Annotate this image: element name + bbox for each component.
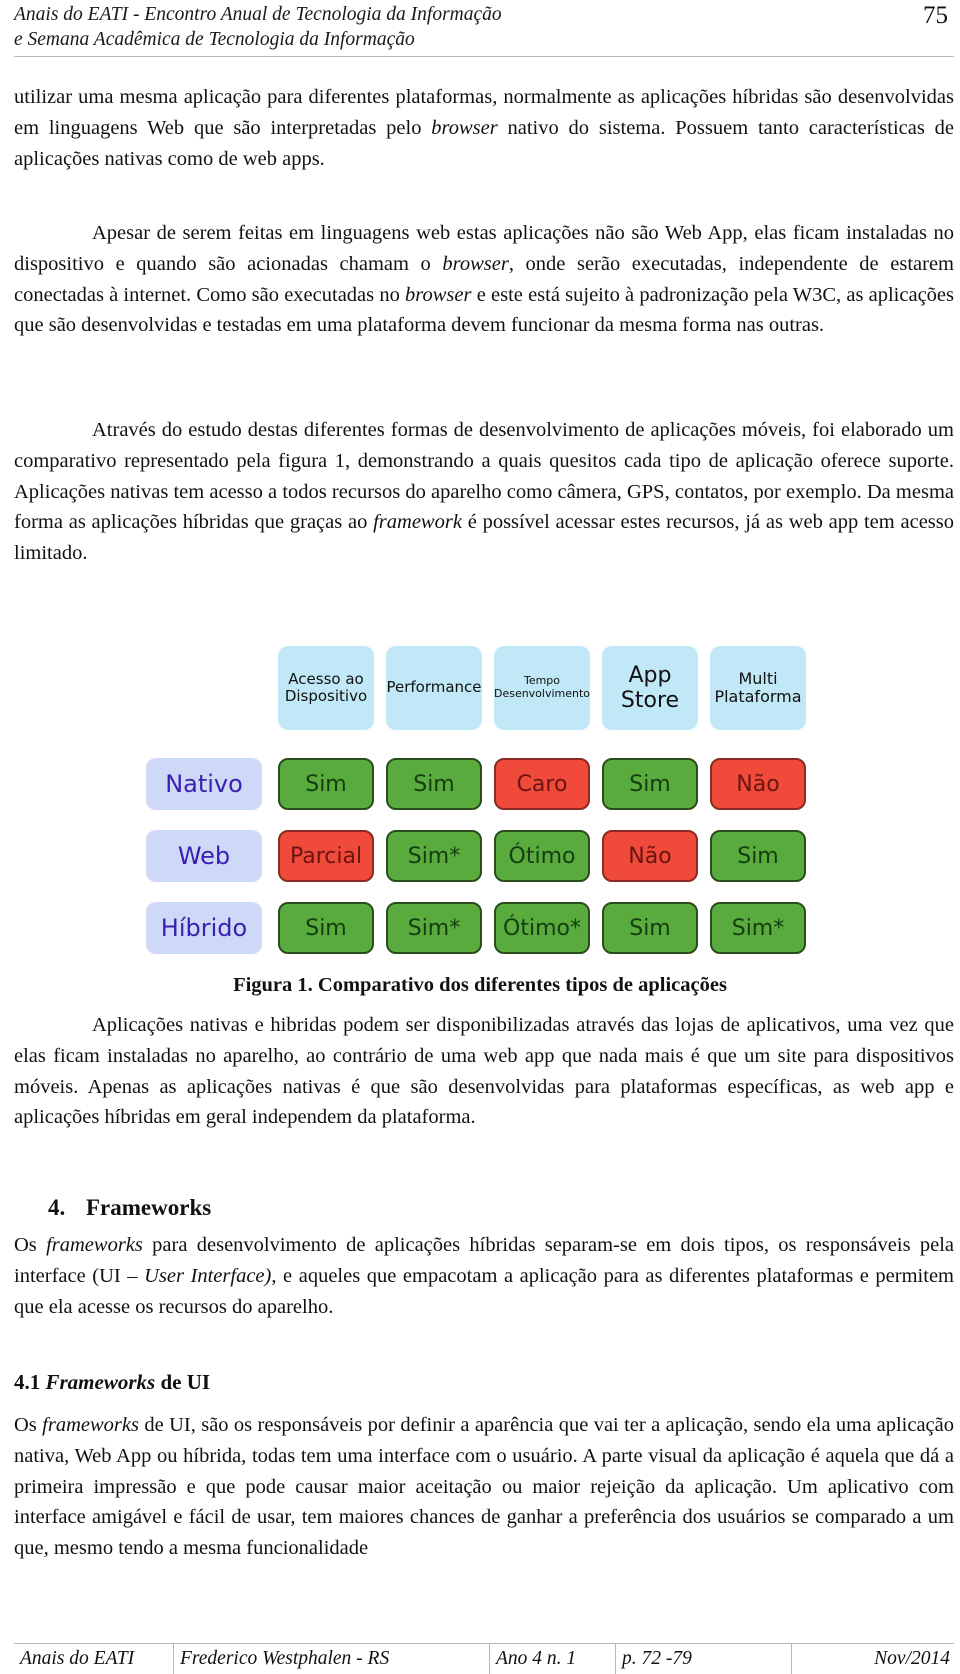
paragraph-1-text: utilizar uma mesma aplicação para difere… [14, 86, 954, 170]
comparison-cell: Sim [278, 758, 374, 810]
comparison-cell: Sim* [386, 830, 482, 882]
paragraph-4: Aplicações nativas e hibridas podem ser … [14, 1010, 954, 1133]
header-divider [14, 56, 954, 57]
comparison-cell: Sim [710, 830, 806, 882]
comparison-cell: Não [602, 830, 698, 882]
section-heading-4: 4. Frameworks [48, 1195, 211, 1221]
header-title-line1: Anais do EATI - Encontro Anual de Tecnol… [14, 4, 502, 25]
comparison-cell: Sim [602, 758, 698, 810]
comparison-cell: Sim [602, 902, 698, 954]
column-header-multi: Multi Plataforma [710, 646, 806, 730]
comparison-figure: Acesso ao Dispositivo Performance Tempo … [146, 640, 818, 960]
comparison-cell: Sim* [710, 902, 806, 954]
paragraph-6: Os frameworks de UI, são os responsáveis… [14, 1410, 954, 1564]
paragraph-5-text: Os frameworks para desenvolvimento de ap… [14, 1234, 954, 1318]
paragraph-1: utilizar uma mesma aplicação para difere… [14, 82, 954, 174]
comparison-cell: Caro [494, 758, 590, 810]
paragraph-2: Apesar de serem feitas em linguagens web… [14, 218, 954, 341]
paragraph-2-text: Apesar de serem feitas em linguagens web… [14, 222, 955, 337]
comparison-cell: Ótimo* [494, 902, 590, 954]
column-header-tempo: Tempo Desenvolvimento [494, 646, 590, 730]
figure-caption: Figura 1. Comparativo dos diferentes tip… [233, 974, 727, 996]
footer-pages: p. 72 -79 [616, 1644, 792, 1674]
comparison-cell: Ótimo [494, 830, 590, 882]
comparison-cell: Sim [278, 902, 374, 954]
footer-issue: Ano 4 n. 1 [490, 1644, 616, 1674]
paragraph-3: Através do estudo destas diferentes form… [14, 415, 954, 569]
row-label-web: Web [146, 830, 262, 882]
comparison-cell: Sim* [386, 902, 482, 954]
paragraph-4-text: Aplicações nativas e hibridas podem ser … [14, 1014, 954, 1129]
section-heading-4-1: 4.1 Frameworks de UI [14, 1370, 211, 1394]
paragraph-6-text: Os frameworks de UI, são os responsáveis… [14, 1414, 954, 1560]
comparison-cell: Não [710, 758, 806, 810]
column-header-acesso: Acesso ao Dispositivo [278, 646, 374, 730]
row-label-hibrido: Híbrido [146, 902, 262, 954]
page-footer: Anais do EATI Frederico Westphalen - RS … [14, 1643, 954, 1674]
header-title-line2: e Semana Acadêmica de Tecnologia da Info… [14, 29, 415, 50]
column-header-performance: Performance [386, 646, 482, 730]
paragraph-5: Os frameworks para desenvolvimento de ap… [14, 1230, 954, 1322]
footer-location: Frederico Westphalen - RS [174, 1644, 490, 1674]
comparison-cell: Parcial [278, 830, 374, 882]
row-label-nativo: Nativo [146, 758, 262, 810]
page-header: Anais do EATI - Encontro Anual de Tecnol… [14, 2, 954, 52]
column-header-appstore: App Store [602, 646, 698, 730]
comparison-cell: Sim [386, 758, 482, 810]
section-title: Frameworks [86, 1195, 212, 1220]
page-number: 75 [923, 2, 948, 29]
section-number: 4. [48, 1195, 66, 1220]
footer-date: Nov/2014 [874, 1648, 950, 1669]
footer-journal: Anais do EATI [14, 1644, 174, 1674]
paragraph-3-text: Através do estudo destas diferentes form… [14, 419, 954, 565]
